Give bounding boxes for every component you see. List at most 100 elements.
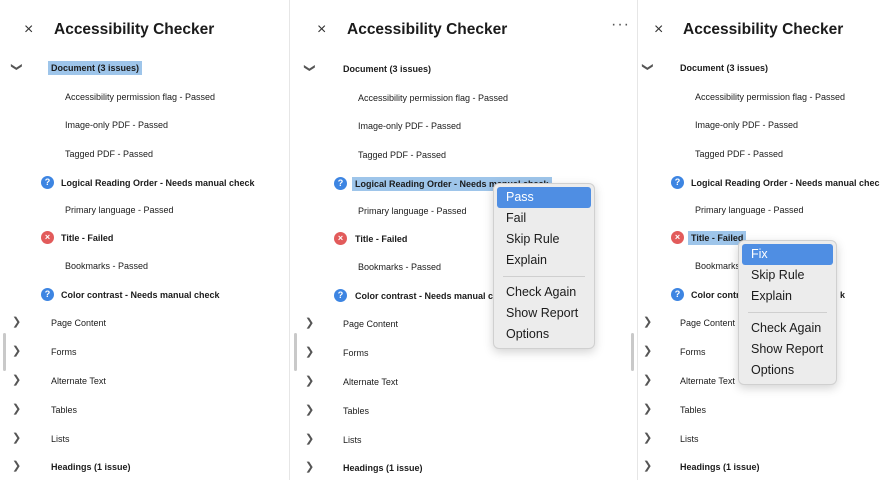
chevron-right-icon[interactable]: ❯ — [643, 373, 652, 387]
menu-item-explain[interactable]: Explain — [742, 286, 833, 307]
tree-group[interactable]: ❯ Alternate Text — [0, 369, 288, 393]
tree-item-label-tail: k — [840, 290, 846, 300]
tree-group-label: Tables — [680, 405, 707, 415]
tree-group[interactable]: ❯ Page Content — [0, 311, 288, 335]
chevron-right-icon[interactable]: ❯ — [305, 316, 314, 330]
chevron-right-icon[interactable]: ❯ — [12, 402, 21, 416]
tree-item-document[interactable]: ❯ Document (3 issues) — [291, 57, 636, 81]
panel-title: Accessibility Checker — [54, 21, 215, 38]
more-icon[interactable]: ··· — [611, 16, 630, 34]
scrollbar[interactable] — [631, 333, 634, 371]
tree-item[interactable]: Accessibility permission flag - Passed — [639, 85, 880, 109]
chevron-right-icon[interactable]: ❯ — [643, 402, 652, 416]
chevron-right-icon[interactable]: ❯ — [305, 374, 314, 388]
close-icon[interactable]: × — [317, 18, 326, 42]
tree-group[interactable]: ❯ Tables — [639, 398, 880, 422]
menu-item-options[interactable]: Options — [742, 360, 833, 381]
chevron-right-icon[interactable]: ❯ — [305, 460, 314, 474]
tree-item-needs-check[interactable]: ? Logical Reading Order - Needs manual c… — [0, 171, 288, 195]
tree-item[interactable]: Primary language - Passed — [0, 198, 288, 222]
menu-item-skip-rule[interactable]: Skip Rule — [497, 229, 591, 250]
tree-item[interactable]: Tagged PDF - Passed — [291, 143, 636, 167]
tree-item[interactable]: Image-only PDF - Passed — [291, 114, 636, 138]
chevron-right-icon[interactable]: ❯ — [305, 345, 314, 359]
tree-group[interactable]: ❯ Headings (1 issue) — [291, 456, 636, 480]
chevron-right-icon[interactable]: ❯ — [12, 315, 21, 329]
menu-item-explain[interactable]: Explain — [497, 250, 591, 271]
chevron-down-icon[interactable]: ❯ — [641, 62, 655, 71]
chevron-down-icon[interactable]: ❯ — [303, 63, 317, 72]
tree-item-needs-check[interactable]: ? Color contrast - Needs manual check — [0, 283, 288, 307]
chevron-right-icon[interactable]: ❯ — [12, 373, 21, 387]
tree-item[interactable]: Bookmarks - Passed — [0, 254, 288, 278]
menu-separator — [503, 276, 585, 277]
tree-group[interactable]: ❯ Tables — [0, 398, 288, 422]
scrollbar[interactable] — [3, 333, 6, 371]
failed-icon: × — [671, 231, 684, 244]
chevron-right-icon[interactable]: ❯ — [305, 432, 314, 446]
tree-item-label: Primary language - Passed — [695, 205, 804, 215]
tree-group[interactable]: ❯ Forms — [0, 340, 288, 364]
menu-item-fix[interactable]: Fix — [742, 244, 833, 265]
tree-item-needs-check[interactable]: ? Logical Reading Order - Needs manual c… — [639, 171, 880, 195]
tree-group[interactable]: ❯ Lists — [291, 428, 636, 452]
question-icon: ? — [671, 176, 684, 189]
menu-item-check-again[interactable]: Check Again — [497, 282, 591, 303]
tree-item-label: Document (3 issues) — [680, 63, 769, 73]
panel-title: Accessibility Checker — [347, 21, 508, 38]
tree-group[interactable]: ❯ Lists — [639, 427, 880, 451]
tree-item-failed[interactable]: × Title - Failed — [0, 226, 288, 250]
tree-item-label: Bookmarks - Passed — [358, 262, 442, 272]
context-menu: Fix Skip Rule Explain Check Again Show R… — [738, 240, 837, 385]
menu-item-show-report[interactable]: Show Report — [742, 339, 833, 360]
tree-group-label: Headings (1 issue) — [51, 462, 131, 472]
chevron-right-icon[interactable]: ❯ — [12, 344, 21, 358]
chevron-right-icon[interactable]: ❯ — [643, 431, 652, 445]
question-icon: ? — [41, 176, 54, 189]
tree-group-label: Forms — [343, 348, 369, 358]
tree-item[interactable]: Accessibility permission flag - Passed — [0, 85, 288, 109]
tree-item-label: Bookmarks - Passed — [65, 261, 149, 271]
menu-item-options[interactable]: Options — [497, 324, 591, 345]
tree-group[interactable]: ❯ Lists — [0, 427, 288, 451]
tree-item-document[interactable]: ❯ Document (3 issues) — [0, 56, 288, 80]
menu-item-show-report[interactable]: Show Report — [497, 303, 591, 324]
menu-item-check-again[interactable]: Check Again — [742, 318, 833, 339]
close-icon[interactable]: × — [24, 18, 33, 42]
failed-icon: × — [334, 232, 347, 245]
menu-item-skip-rule[interactable]: Skip Rule — [742, 265, 833, 286]
tree-group-label: Lists — [343, 435, 362, 445]
tree-item-label: Color contrast - Needs manual ch — [355, 291, 499, 301]
panel-header: × Accessibility Checker — [639, 18, 880, 42]
tree-item-label: Image-only PDF - Passed — [358, 121, 462, 131]
menu-item-pass[interactable]: Pass — [497, 187, 591, 208]
tree-item[interactable]: Tagged PDF - Passed — [639, 142, 880, 166]
tree-group-label: Alternate Text — [680, 376, 735, 386]
tree-group[interactable]: ❯ Headings (1 issue) — [0, 455, 288, 479]
panel-header: × Accessibility Checker — [0, 18, 288, 42]
tree-item-document[interactable]: ❯ Document (3 issues) — [639, 56, 880, 80]
tree-item-label: Image-only PDF - Passed — [65, 120, 169, 130]
tree-item-label: Primary language - Passed — [358, 206, 467, 216]
tree-item[interactable]: Image-only PDF - Passed — [639, 113, 880, 137]
tree-item[interactable]: Accessibility permission flag - Passed — [291, 86, 636, 110]
chevron-right-icon[interactable]: ❯ — [643, 315, 652, 329]
tree-group[interactable]: ❯ Alternate Text — [291, 370, 636, 394]
tree-item[interactable]: Primary language - Passed — [639, 198, 880, 222]
context-menu: Pass Fail Skip Rule Explain Check Again … — [493, 183, 595, 349]
scrollbar[interactable] — [294, 333, 297, 371]
chevron-down-icon[interactable]: ❯ — [10, 62, 24, 71]
close-icon[interactable]: × — [654, 18, 663, 42]
chevron-right-icon[interactable]: ❯ — [643, 344, 652, 358]
tree-group[interactable]: ❯ Headings (1 issue) — [639, 455, 880, 479]
checker-panel-1: × Accessibility Checker ❯ Document (3 is… — [0, 0, 288, 480]
tree-item[interactable]: Tagged PDF - Passed — [0, 142, 288, 166]
chevron-right-icon[interactable]: ❯ — [12, 459, 21, 473]
tree-item[interactable]: Image-only PDF - Passed — [0, 113, 288, 137]
chevron-right-icon[interactable]: ❯ — [643, 459, 652, 473]
chevron-right-icon[interactable]: ❯ — [305, 403, 314, 417]
tree-group[interactable]: ❯ Tables — [291, 399, 636, 423]
tree-group-label: Headings (1 issue) — [680, 462, 760, 472]
chevron-right-icon[interactable]: ❯ — [12, 431, 21, 445]
menu-item-fail[interactable]: Fail — [497, 208, 591, 229]
